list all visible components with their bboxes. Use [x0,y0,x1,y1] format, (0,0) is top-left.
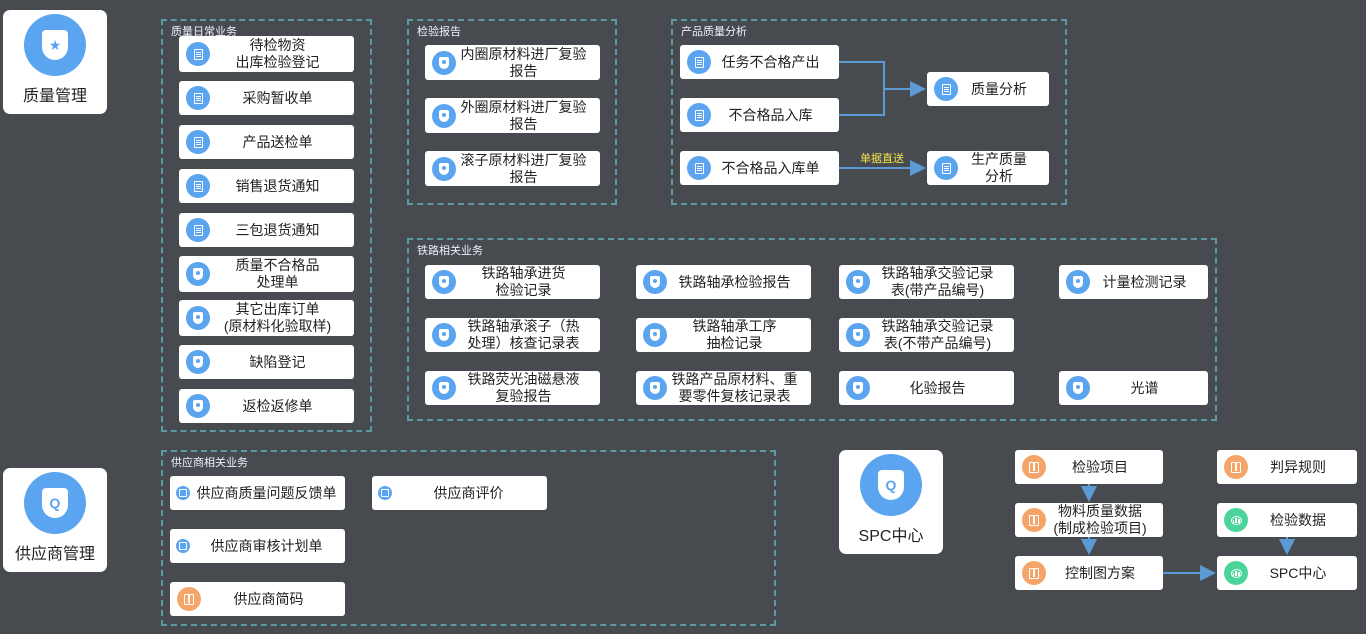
connector-lines [839,61,1295,581]
connector-in-to-analysis [839,81,926,116]
connector-task-to-analysis [839,61,885,89]
